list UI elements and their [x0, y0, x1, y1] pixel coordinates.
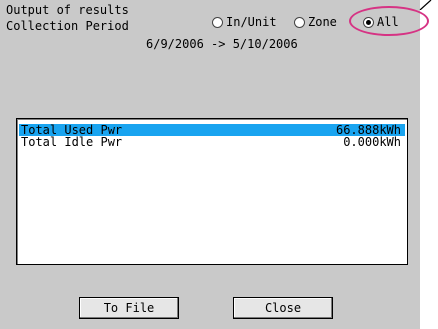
result-name: Total Idle Pwr	[21, 135, 123, 149]
results-dialog: Output of results Collection Period 6/9/…	[0, 0, 420, 329]
radio-unchecked-icon	[294, 16, 305, 28]
radio-zone-label: Zone	[308, 15, 337, 29]
radio-zone[interactable]: Zone	[294, 14, 337, 30]
results-list[interactable]: Total Used Pwr 66.888kWh Total Idle Pwr …	[16, 118, 408, 265]
radio-in-unit[interactable]: In/Unit	[212, 14, 277, 30]
collection-period-value: 6/9/2006 -> 5/10/2006	[146, 37, 298, 51]
callout-line-annotation	[419, 0, 432, 10]
radio-all-label: All	[377, 15, 399, 29]
radio-in-unit-label: In/Unit	[226, 15, 277, 29]
radio-checked-icon	[363, 16, 374, 28]
to-file-button[interactable]: To File	[79, 297, 179, 319]
close-button[interactable]: Close	[233, 297, 333, 319]
radio-all[interactable]: All	[363, 14, 399, 30]
list-item[interactable]: Total Idle Pwr 0.000kWh	[19, 136, 405, 148]
collection-period-label: Collection Period	[6, 19, 129, 33]
result-value: 0.000kWh	[343, 135, 401, 149]
output-of-results-label: Output of results	[6, 3, 129, 17]
radio-unchecked-icon	[212, 16, 223, 28]
